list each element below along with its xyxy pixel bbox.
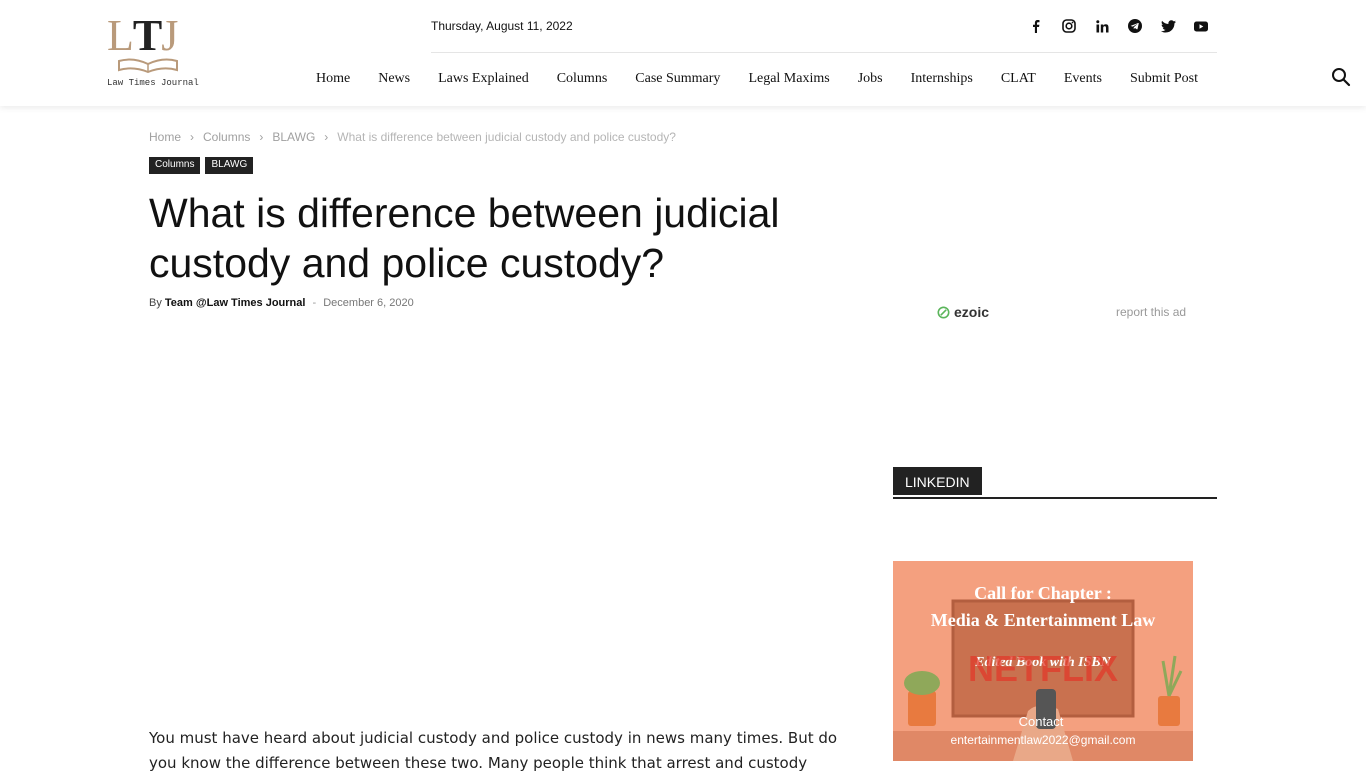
breadcrumb-separator: › [190, 130, 195, 144]
breadcrumb-blawg[interactable]: BLAWG [272, 130, 315, 144]
nav-home[interactable]: Home [302, 62, 364, 96]
nav-laws-explained[interactable]: Laws Explained [424, 62, 543, 96]
main-nav: Home News Laws Explained Columns Case Su… [302, 62, 1212, 96]
site-header: LTJ Law Times Journal Thursday, August 1… [0, 0, 1366, 106]
search-icon[interactable] [1331, 67, 1353, 89]
linkedin-icon[interactable] [1091, 16, 1113, 36]
nav-jobs[interactable]: Jobs [844, 62, 897, 96]
linkedin-label: LINKEDIN [893, 467, 982, 495]
nav-case-summary[interactable]: Case Summary [621, 62, 734, 96]
linkedin-widget-header: LINKEDIN [893, 467, 1217, 499]
twitter-icon[interactable] [1157, 16, 1179, 36]
category-tags: Columns BLAWG [149, 157, 254, 174]
telegram-icon[interactable] [1124, 16, 1146, 36]
report-ad-link[interactable]: report this ad [1116, 305, 1186, 319]
meta-dash: - [312, 297, 317, 309]
breadcrumb: Home › Columns › BLAWG › What is differe… [149, 130, 676, 144]
nav-events[interactable]: Events [1050, 62, 1116, 96]
promo-line1: Call for Chapter : [974, 583, 1112, 603]
breadcrumb-home[interactable]: Home [149, 130, 181, 144]
author-link[interactable]: Team @Law Times Journal [165, 297, 306, 309]
logo-subtitle: Law Times Journal [107, 78, 199, 88]
breadcrumb-separator: › [324, 130, 329, 144]
promo-contact-label: Contact [1019, 714, 1064, 729]
promo-line2: Media & Entertainment Law [931, 610, 1155, 630]
article-title: What is difference between judicial cust… [149, 190, 780, 286]
current-date: Thursday, August 11, 2022 [431, 19, 573, 33]
youtube-icon[interactable] [1190, 16, 1212, 36]
nav-legal-maxims[interactable]: Legal Maxims [734, 62, 843, 96]
nav-news[interactable]: News [364, 62, 424, 96]
nav-clat[interactable]: CLAT [987, 62, 1050, 96]
article-body: You must have heard about judicial custo… [149, 729, 838, 772]
header-divider [431, 52, 1217, 53]
by-label: By [149, 297, 162, 309]
breadcrumb-columns[interactable]: Columns [203, 130, 250, 144]
instagram-icon[interactable] [1058, 16, 1080, 36]
promo-contact-email: entertainmentlaw2022@gmail.com [951, 733, 1136, 747]
logo-letters: LTJ [107, 11, 178, 60]
breadcrumb-current: What is difference between judicial cust… [337, 130, 676, 144]
promo-tv-brand: NETFLIX [968, 648, 1118, 689]
ezoic-icon [937, 306, 950, 318]
ezoic-text: ezoic [954, 304, 990, 320]
promo-banner[interactable]: Call for Chapter : Media & Entertainment… [893, 561, 1193, 761]
nav-internships[interactable]: Internships [897, 62, 987, 96]
nav-columns[interactable]: Columns [543, 62, 622, 96]
ezoic-logo[interactable]: ezoic [937, 304, 989, 320]
publish-date: December 6, 2020 [323, 297, 414, 309]
site-logo[interactable]: LTJ Law Times Journal [107, 11, 199, 92]
article-meta: By Team @Law Times Journal - December 6,… [149, 297, 414, 309]
social-links [1025, 16, 1212, 36]
tag-columns[interactable]: Columns [149, 157, 201, 174]
promo-graphic: Call for Chapter : Media & Entertainment… [893, 561, 1193, 761]
breadcrumb-separator: › [259, 130, 264, 144]
nav-submit-post[interactable]: Submit Post [1116, 62, 1212, 96]
tag-blawg[interactable]: BLAWG [205, 157, 254, 174]
book-icon [118, 58, 178, 74]
facebook-icon[interactable] [1025, 16, 1047, 36]
